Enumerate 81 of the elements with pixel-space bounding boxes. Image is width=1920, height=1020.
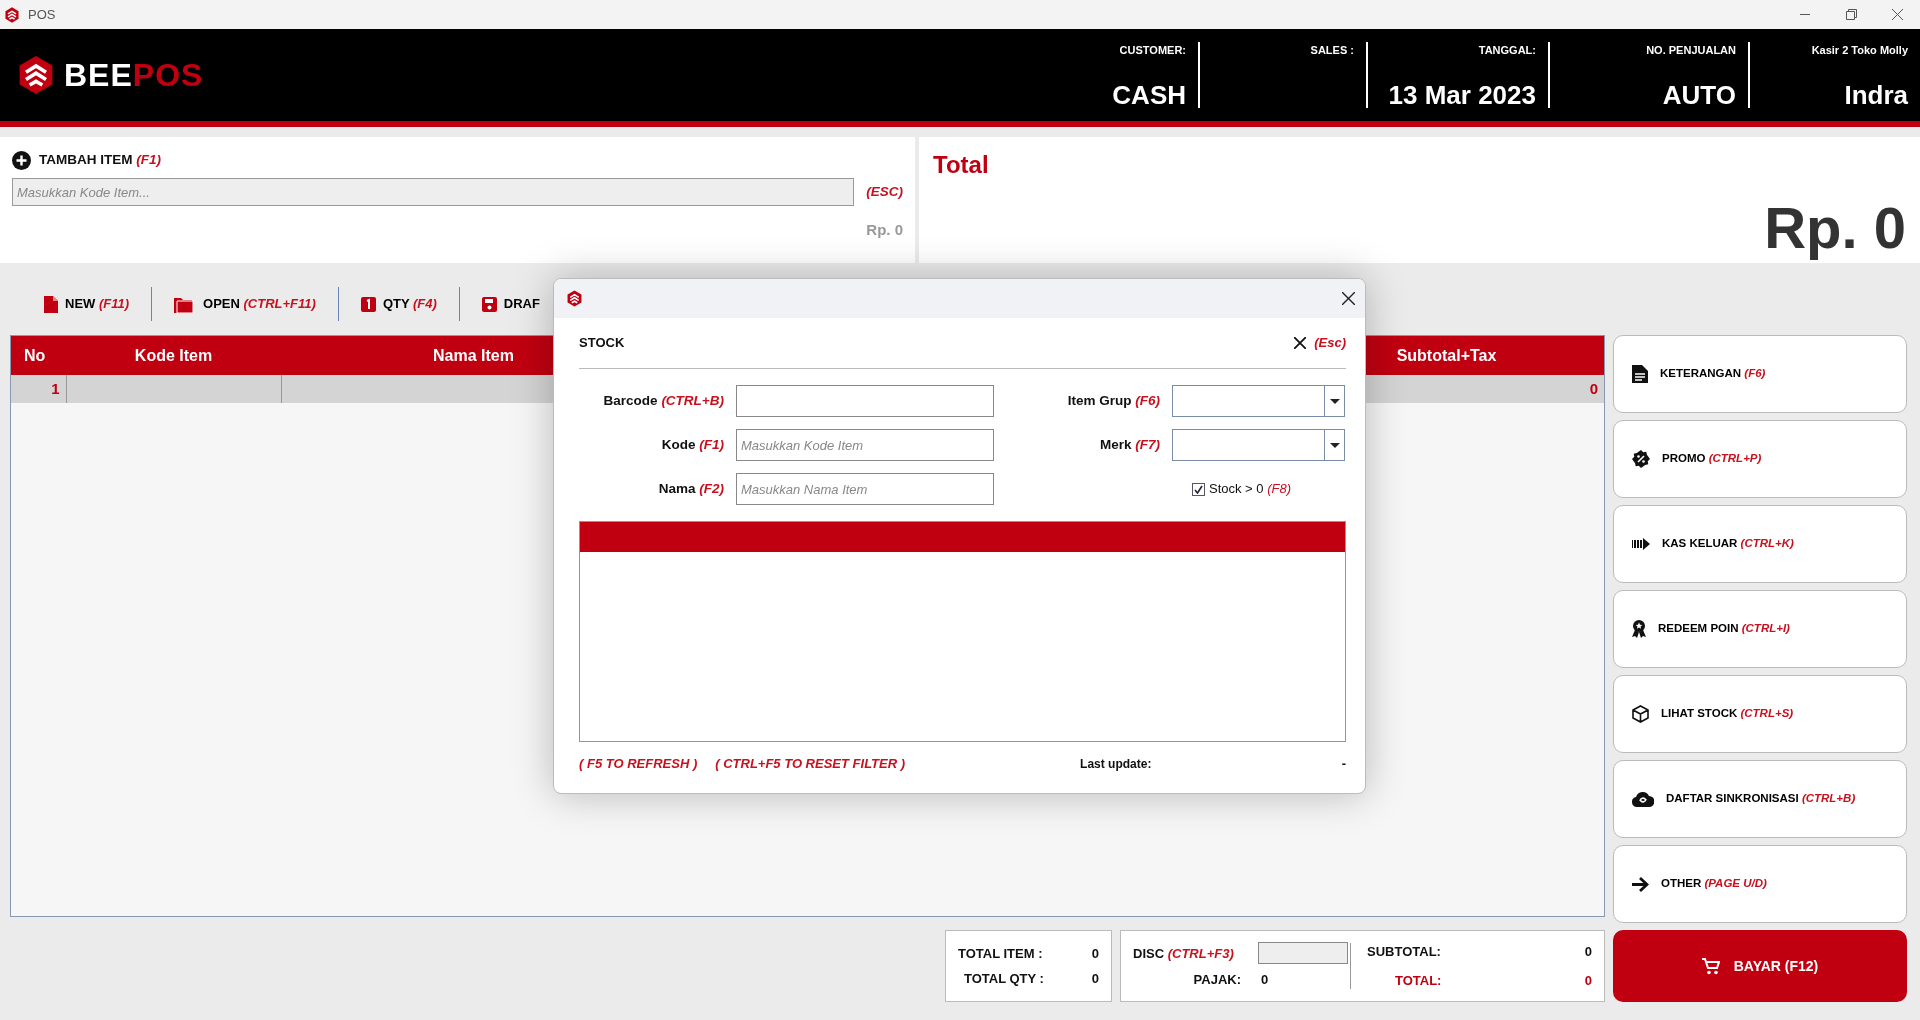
dialog-logo-icon <box>566 290 583 307</box>
close-icon <box>1294 337 1307 349</box>
logo-text: BEEPOS <box>64 59 204 91</box>
minimize-icon <box>1800 14 1810 15</box>
cloud-sync-icon <box>1632 791 1654 807</box>
field-label: Barcode (CTRL+B) <box>602 391 725 410</box>
side-button[interactable]: KETERANGAN (F6) <box>1613 335 1907 413</box>
item-code-field[interactable]: Masukkan Kode Item... <box>12 178 854 206</box>
header-label: CUSTOMER: <box>1119 43 1186 58</box>
tax-label: PAJAK: <box>1192 971 1242 990</box>
cube-icon <box>1632 705 1649 723</box>
side-button[interactable]: REDEEM POIN (CTRL+I) <box>1613 590 1907 668</box>
last-update-label: Last update: <box>1080 755 1152 773</box>
award-ribbon-icon <box>1632 620 1646 638</box>
last-update-value: - <box>1341 755 1346 773</box>
toolbar-button[interactable]: QTY (F4) <box>338 294 459 314</box>
toolbar-button[interactable]: OPEN (CTRL+F11) <box>152 294 338 314</box>
side-button[interactable]: LIHAT STOCK (CTRL+S) <box>1613 675 1907 753</box>
item-price: Rp. 0 <box>866 221 903 238</box>
dialog-title: STOCK <box>579 334 625 353</box>
toolbar-button[interactable]: NEW (F11) <box>22 294 152 314</box>
input-field[interactable]: Masukkan Nama Item <box>736 473 994 505</box>
arrow-bars-icon <box>1632 538 1650 550</box>
header-value: 13 Mar 2023 <box>1388 82 1536 108</box>
percent-badge-icon <box>1632 450 1650 468</box>
document-icon <box>1632 365 1648 383</box>
column-header: Kode Item <box>66 336 281 375</box>
restore-icon <box>1845 9 1857 20</box>
field-label: Item Grup (F6) <box>1066 391 1161 410</box>
input-field[interactable] <box>736 385 994 417</box>
table-cell: 1 <box>11 375 66 403</box>
plus-circle-icon <box>12 150 31 170</box>
reset-filter-hint: ( CTRL+F5 TO RESET FILTER ) <box>715 755 906 773</box>
header-label: NO. PENJUALAN <box>1646 43 1736 58</box>
cart-icon <box>1701 957 1720 975</box>
window-title: POS <box>28 5 56 24</box>
field-label: Merk (F7) <box>1098 435 1161 454</box>
folder-icon <box>174 295 197 313</box>
total-item-label: TOTAL ITEM : <box>958 944 1043 963</box>
header-label: TANGGAL: <box>1478 43 1536 58</box>
subtotal-value: 0 <box>1584 943 1592 961</box>
grand-total-value: 0 <box>1584 971 1592 990</box>
close-button[interactable] <box>1342 292 1355 305</box>
caret-down-icon <box>1329 442 1340 448</box>
arrow-right-icon <box>1632 876 1649 892</box>
app-logo-icon <box>4 6 20 23</box>
side-button[interactable]: DAFTAR SINKRONISASI (CTRL+B) <box>1613 760 1907 838</box>
caret-down-icon <box>1329 398 1340 404</box>
total-qty-value: 0 <box>1091 970 1099 988</box>
field-label: Nama (F2) <box>657 479 725 498</box>
checkmark-icon <box>1194 484 1203 494</box>
stock-filter-checkbox[interactable]: Stock > 0 (F8) <box>1192 479 1291 499</box>
subtotal-label: SUBTOTAL: <box>1367 943 1441 961</box>
dropdown-field[interactable] <box>1172 385 1345 417</box>
dropdown-field[interactable] <box>1172 429 1345 461</box>
dialog-close-button[interactable]: (Esc) <box>1294 333 1346 353</box>
header-label: SALES : <box>1310 43 1354 58</box>
side-button[interactable]: OTHER (PAGE U/D) <box>1613 845 1907 923</box>
field-label: Kode (F1) <box>660 435 725 454</box>
disc-label: DISC (CTRL+F3) <box>1133 944 1235 963</box>
grand-total-label: TOTAL: <box>1394 971 1442 990</box>
side-button[interactable]: KAS KELUAR (CTRL+K) <box>1613 505 1907 583</box>
close-icon <box>1891 9 1903 20</box>
input-field[interactable]: Masukkan Kode Item <box>736 429 994 461</box>
header-label: Kasir 2 Toko Molly <box>1811 43 1908 58</box>
tax-value: 0 <box>1261 971 1269 990</box>
total-item-value: 0 <box>1091 944 1099 963</box>
file-icon <box>44 295 58 313</box>
header-value: AUTO <box>1662 82 1736 108</box>
column-header: No <box>11 336 66 375</box>
number-one-icon <box>360 296 376 312</box>
discount-field[interactable] <box>1258 942 1348 965</box>
esc-shortcut: (ESC) <box>866 182 903 201</box>
refresh-hint: ( F5 TO REFRESH ) <box>579 755 698 773</box>
side-button[interactable]: PROMO (CTRL+P) <box>1613 420 1907 498</box>
header-value: CASH <box>1112 82 1186 108</box>
add-item-title: TAMBAH ITEM (F1) <box>39 150 161 169</box>
total-title: Total <box>933 150 989 180</box>
total-qty-label: TOTAL QTY : <box>963 970 1044 988</box>
pay-button[interactable]: BAYAR (F12) <box>1613 930 1907 1002</box>
header-value: Indra <box>1844 82 1908 108</box>
